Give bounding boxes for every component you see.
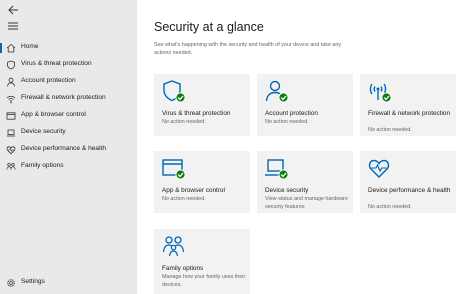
sidebar-item-home[interactable]: Home <box>0 40 137 56</box>
tile-status: Manage how your family uses their device… <box>162 274 246 288</box>
heart-icon <box>6 146 16 155</box>
tile-title: Device performance & health <box>368 187 451 194</box>
page-subtitle: See what's happening with the security a… <box>154 42 342 56</box>
sidebar-item-label: Account protection <box>21 77 76 84</box>
sidebar-item-device-security[interactable]: Device security <box>0 125 137 141</box>
tile-family-options[interactable]: Family options Manage how your family us… <box>154 229 250 294</box>
tile-title: Virus & threat protection <box>162 110 231 117</box>
sidebar-item-label: Family options <box>21 162 64 169</box>
tile-status: No action needed. <box>368 127 412 133</box>
sidebar-item-family[interactable]: Family options <box>0 159 137 175</box>
tile-status: View status and manage hardware security… <box>265 196 348 210</box>
sidebar-item-account[interactable]: Account protection <box>0 74 137 90</box>
tile-device-performance-health[interactable]: Device performance & health No action ne… <box>360 151 456 213</box>
person-icon <box>7 77 15 87</box>
page-title: Security at a glance <box>154 20 264 34</box>
wifi-check-icon <box>369 83 392 103</box>
sidebar-item-label: App & browser control <box>21 111 86 118</box>
tile-status: No action needed. <box>368 204 412 210</box>
tile-status: No action needed. <box>162 119 206 125</box>
tile-title: Account protection <box>265 110 318 117</box>
tile-status: No action needed. <box>265 119 309 125</box>
wifi-icon <box>6 95 16 104</box>
sidebar-item-label: Home <box>21 43 39 50</box>
sidebar: Home Virus & threat protection Account p… <box>0 0 137 294</box>
tile-title: Family options <box>162 265 204 272</box>
sidebar-item-settings[interactable]: Settings <box>0 275 137 291</box>
tile-app-browser-control[interactable]: App & browser control No action needed. <box>154 151 250 213</box>
laptop-check-icon <box>265 159 289 180</box>
sidebar-item-app-browser[interactable]: App & browser control <box>0 108 137 124</box>
tile-title: Device security <box>265 187 309 194</box>
shield-check-icon <box>163 80 186 103</box>
sidebar-item-label: Settings <box>21 278 45 285</box>
family-icon <box>162 236 185 257</box>
heart-pulse-icon <box>368 159 390 178</box>
sidebar-item-device-performance[interactable]: Device performance & health <box>0 142 137 158</box>
sidebar-item-label: Device security <box>21 128 66 135</box>
shield-icon <box>7 60 15 70</box>
gear-icon <box>7 279 15 287</box>
sidebar-item-label: Device performance & health <box>21 145 107 152</box>
sidebar-item-label: Firewall & network protection <box>21 94 106 101</box>
tile-account-protection[interactable]: Account protection No action needed. <box>257 74 353 136</box>
tile-virus-threat-protection[interactable]: Virus & threat protection No action need… <box>154 74 250 136</box>
tile-title: Firewall & network protection <box>368 110 451 117</box>
sidebar-item-label: Virus & threat protection <box>21 60 92 67</box>
sidebar-item-virus-threat[interactable]: Virus & threat protection <box>0 57 137 73</box>
person-check-icon <box>265 80 289 103</box>
tile-firewall-network-protection[interactable]: Firewall & network protection No action … <box>360 74 456 136</box>
main-content: Security at a glance See what's happenin… <box>137 0 474 294</box>
back-arrow-icon[interactable] <box>6 3 20 17</box>
tile-device-security[interactable]: Device security View status and manage h… <box>257 151 353 213</box>
app-window-check-icon <box>162 159 186 180</box>
hamburger-menu-icon[interactable] <box>6 20 20 32</box>
tile-status: No action needed. <box>162 196 206 202</box>
app-window-icon <box>6 112 16 120</box>
home-icon <box>6 43 16 53</box>
laptop-icon <box>6 129 16 137</box>
sidebar-item-firewall[interactable]: Firewall & network protection <box>0 91 137 107</box>
tile-title: App & browser control <box>162 187 225 194</box>
family-icon <box>6 163 16 170</box>
